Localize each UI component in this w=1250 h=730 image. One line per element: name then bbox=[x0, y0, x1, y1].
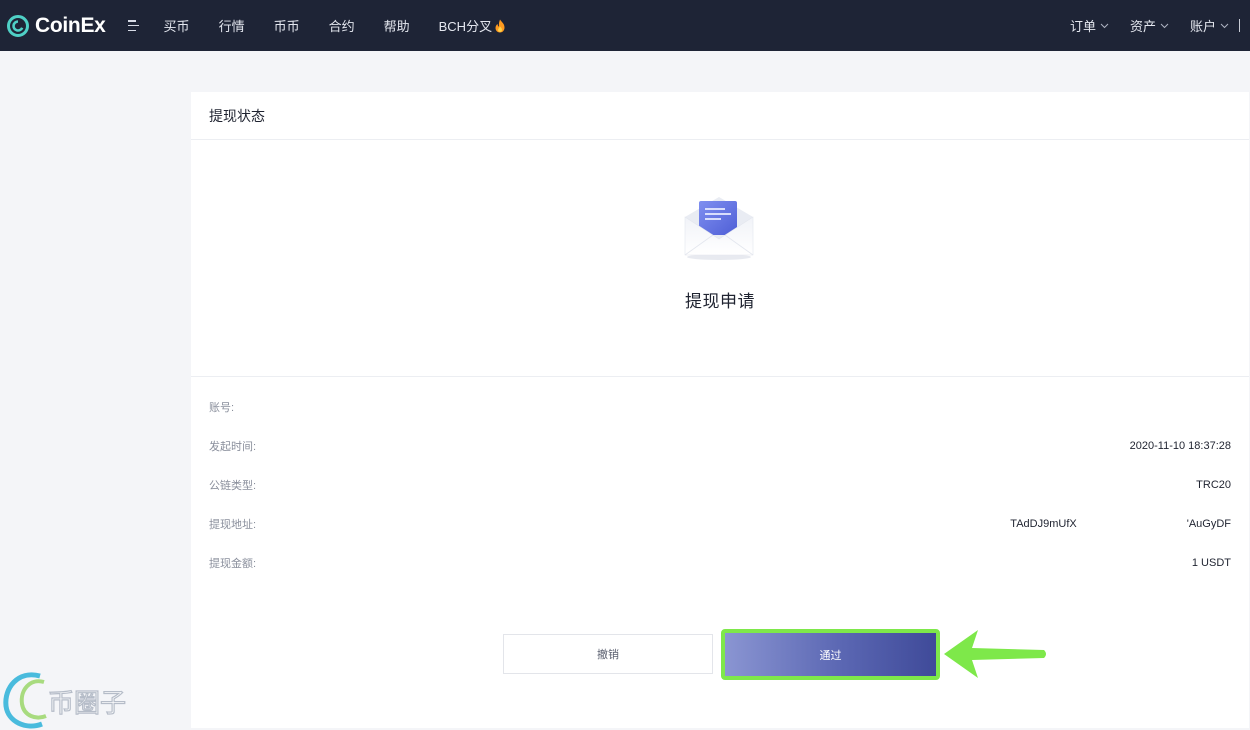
approve-button[interactable]: 通过 bbox=[725, 633, 936, 676]
detail-row-account: 账号: bbox=[209, 397, 1231, 417]
account-menu-label: 账户 bbox=[1189, 19, 1216, 34]
amount-value: 1 USDT bbox=[1191, 557, 1231, 569]
assets-menu-label: 资产 bbox=[1129, 19, 1156, 34]
watermark-icon: 币圈子 bbox=[3, 672, 127, 729]
top-navbar: CoinEx 买币 行情 币币 合约 帮助 BCH分叉 订单 资产 账户 bbox=[0, 0, 1250, 51]
status-title: 提现申请 bbox=[685, 292, 755, 311]
approve-button-highlight: 通过 bbox=[721, 629, 940, 680]
coinex-logo-icon bbox=[7, 14, 29, 37]
hamburger-menu-icon[interactable] bbox=[127, 20, 142, 31]
chevron-down-icon bbox=[1100, 23, 1109, 28]
nav-divider bbox=[1239, 19, 1240, 32]
time-value: 2020-11-10 18:37:28 bbox=[1129, 440, 1231, 452]
status-area: 提现申请 bbox=[191, 141, 1249, 377]
address-part-start: TAdDJ9mUfX bbox=[1010, 518, 1077, 530]
fire-icon bbox=[495, 19, 505, 32]
nav-item-spot[interactable]: 币币 bbox=[274, 16, 300, 35]
detail-row-amount: 提现金额: 1 USDT bbox=[209, 553, 1231, 573]
brand-name: CoinEx bbox=[35, 13, 106, 37]
nav-item-bch-fork-label: BCH分叉 bbox=[438, 19, 493, 34]
orders-menu[interactable]: 订单 bbox=[1070, 16, 1109, 35]
nav-item-help[interactable]: 帮助 bbox=[384, 16, 410, 35]
chevron-down-icon bbox=[1220, 23, 1229, 28]
account-menu[interactable]: 账户 bbox=[1190, 16, 1229, 35]
nav-item-futures[interactable]: 合约 bbox=[329, 16, 355, 35]
card-title: 提现状态 bbox=[191, 92, 1249, 140]
account-label: 账号: bbox=[209, 402, 235, 414]
address-part-end: 'AuGyDF bbox=[1186, 518, 1231, 530]
coinex-logo[interactable]: CoinEx bbox=[6, 0, 106, 51]
orders-menu-label: 订单 bbox=[1069, 19, 1096, 34]
nav-item-buy[interactable]: 买币 bbox=[164, 16, 190, 35]
address-value: TAdDJ9mUfX 'AuGyDF bbox=[1010, 518, 1231, 530]
chain-value: TRC20 bbox=[1196, 479, 1231, 491]
time-label: 发起时间: bbox=[209, 441, 257, 453]
nav-item-market[interactable]: 行情 bbox=[219, 16, 245, 35]
watermark-logo: 币圈子 bbox=[0, 668, 160, 730]
main-nav: 买币 行情 币币 合约 帮助 BCH分叉 bbox=[164, 16, 536, 35]
address-label: 提现地址: bbox=[209, 519, 257, 531]
amount-label: 提现金额: bbox=[209, 558, 257, 570]
detail-row-time: 发起时间: 2020-11-10 18:37:28 bbox=[209, 436, 1231, 456]
detail-row-address: 提现地址: TAdDJ9mUfX 'AuGyDF bbox=[209, 514, 1231, 534]
chain-label: 公链类型: bbox=[209, 480, 257, 492]
right-nav: 订单 资产 账户 bbox=[1049, 0, 1240, 51]
nav-item-bch-fork[interactable]: BCH分叉 bbox=[439, 16, 506, 35]
withdrawal-status-card: 提现状态 提现申请 账号: 发起时间: 2020-11-10 18:37:28 … bbox=[191, 92, 1249, 728]
pointer-arrow-icon bbox=[944, 630, 1046, 678]
assets-menu[interactable]: 资产 bbox=[1130, 16, 1169, 35]
cancel-button[interactable]: 撤销 bbox=[503, 634, 713, 674]
watermark-text: 币圈子 bbox=[48, 689, 126, 719]
envelope-icon bbox=[684, 197, 754, 260]
chevron-down-icon bbox=[1160, 23, 1169, 28]
detail-row-chain: 公链类型: TRC20 bbox=[209, 475, 1231, 495]
